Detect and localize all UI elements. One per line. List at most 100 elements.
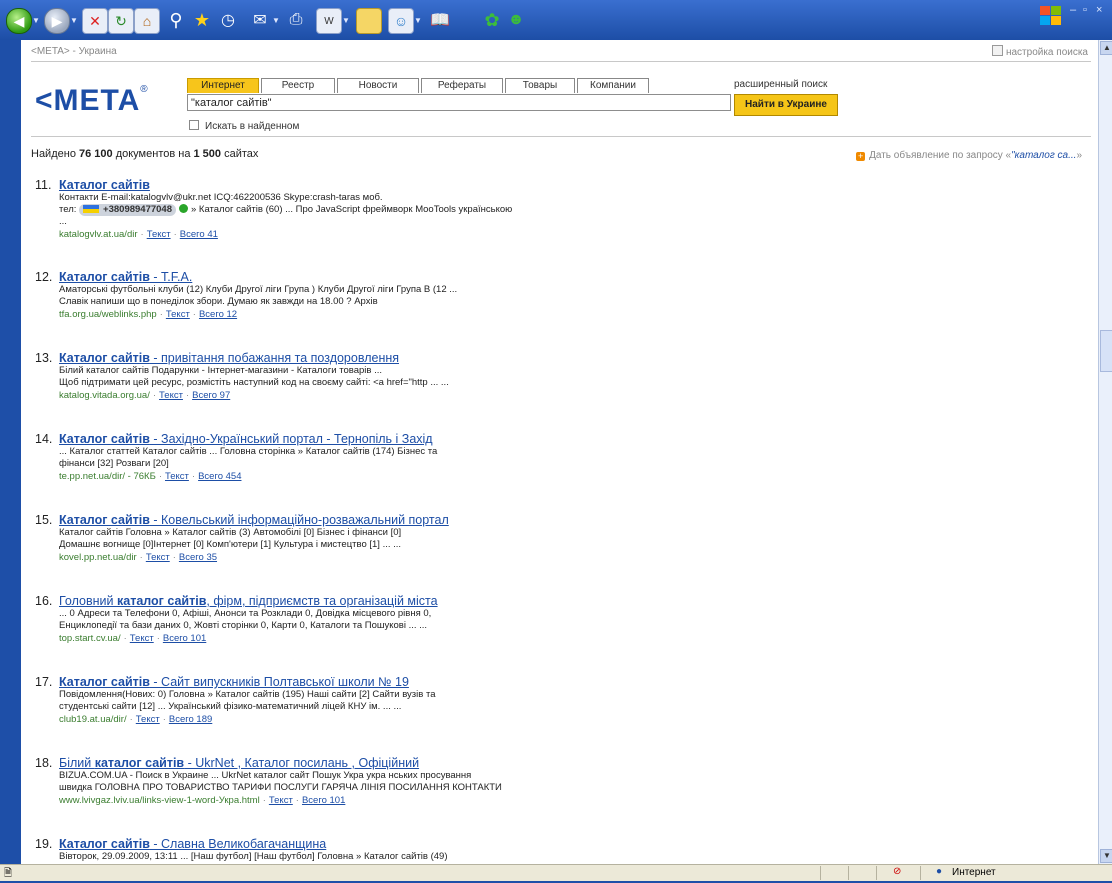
back-icon[interactable]: ◀: [6, 8, 32, 34]
advanced-search-link[interactable]: расширенный поиск: [734, 79, 827, 90]
found-suffix: сайтах: [221, 148, 259, 160]
advertise-link[interactable]: + Дать объявление по запросу «"каталог са…: [856, 150, 1082, 161]
search-settings-label: настройка поиска: [1005, 47, 1088, 58]
search-input[interactable]: [187, 94, 731, 111]
mail-icon[interactable]: ✉: [248, 8, 272, 32]
result-snippet: Славік напиши що в понеділок збори. Дума…: [59, 296, 378, 307]
result-all-link[interactable]: Всего 12: [199, 309, 237, 320]
history-icon[interactable]: ◷: [216, 8, 240, 32]
result-all-link[interactable]: Всего 41: [180, 229, 218, 240]
result-title-link[interactable]: Каталог сайтів - Західно-Український пор…: [59, 432, 433, 446]
result-text-link[interactable]: Текст: [166, 309, 190, 320]
result-title-link[interactable]: Головний каталог сайтів, фірм, підприємс…: [59, 594, 438, 608]
close-icon[interactable]: ×: [1096, 4, 1102, 16]
forward-icon[interactable]: ▶: [44, 8, 70, 34]
meta-logo[interactable]: <META®: [35, 84, 149, 118]
result-text-link[interactable]: Текст: [146, 552, 170, 563]
tab-registry[interactable]: Реестр: [261, 78, 335, 93]
edit-icon[interactable]: W: [316, 8, 342, 34]
result-url: tfa.org.ua/weblinks.php: [59, 309, 157, 320]
result-title-link[interactable]: Каталог сайтів - Ковельський інформаційн…: [59, 513, 449, 527]
stop-icon[interactable]: ✕: [82, 8, 108, 34]
result-text-link[interactable]: Текст: [159, 390, 183, 401]
result-snippet: Вівторок, 29.09.2009, 13:11 ... [Наш фут…: [59, 851, 448, 862]
result-all-link[interactable]: Всего 454: [198, 471, 241, 482]
result-url-line: tfa.org.ua/weblinks.php · Текст · Всего 12: [59, 309, 238, 320]
mail-dropdown-icon[interactable]: ▼: [272, 16, 280, 25]
result-snippet: Білий каталог сайтів Подарунки - Інтерне…: [59, 365, 383, 376]
result-text-link[interactable]: Текст: [147, 229, 171, 240]
plus-icon: +: [856, 151, 866, 161]
flowers-icon[interactable]: ✿: [480, 8, 504, 32]
result-title-link[interactable]: Каталог сайтів - Славна Великобагачанщин…: [59, 837, 326, 851]
popup-blocked-icon[interactable]: ⊘: [893, 866, 901, 877]
ukraine-flag-icon: [83, 205, 100, 213]
scroll-thumb[interactable]: [1100, 330, 1112, 372]
result-title-link[interactable]: Каталог сайтів - привітання побажання та…: [59, 351, 399, 365]
result-snippet: фінанси [32] Розваги [20]: [59, 458, 169, 469]
result-url-line: kovel.pp.net.ua/dir · Текст · Всего 35: [59, 552, 218, 563]
tab-news[interactable]: Новости: [337, 78, 419, 93]
result-title-link[interactable]: Білий каталог сайтів - UkrNet , Каталог …: [59, 756, 419, 770]
messenger-dropdown-icon[interactable]: ▼: [414, 16, 422, 25]
divider: [31, 136, 1091, 137]
folder-icon[interactable]: [356, 8, 382, 34]
result-all-link[interactable]: Всего 101: [163, 633, 206, 644]
internet-zone-icon: ●: [936, 866, 943, 877]
skype-icon[interactable]: [179, 204, 188, 213]
result-number: 18.: [35, 756, 53, 770]
vertical-scrollbar[interactable]: ▲ ▼: [1098, 40, 1112, 864]
result-text-link[interactable]: Текст: [136, 714, 160, 725]
edit-dropdown-icon[interactable]: ▼: [342, 16, 350, 25]
search-settings-link[interactable]: настройка поиска: [991, 45, 1088, 58]
result-number: 16.: [35, 594, 53, 608]
scroll-down-icon[interactable]: ▼: [1100, 849, 1112, 863]
result-item: 11. Каталог сайтів Контакти E-mail:katalo…: [35, 178, 1075, 241]
tab-goods[interactable]: Товары: [505, 78, 575, 93]
result-title-bold: Каталог сайтів: [59, 432, 150, 446]
result-title-link[interactable]: Каталог сайтів - T.F.A.: [59, 270, 192, 284]
people-icon[interactable]: ☻: [504, 8, 528, 32]
result-title-rest: - Ковельський інформаційно-розважальний …: [149, 513, 449, 527]
checkbox-box[interactable]: [189, 120, 199, 130]
search-button[interactable]: Найти в Украине: [734, 94, 838, 116]
result-item: 18. Білий каталог сайтів - UkrNet , Катал…: [35, 756, 1075, 807]
result-snippet: Енциклопедії та бази даних 0, Жовті стор…: [59, 620, 428, 631]
search-icon[interactable]: ⚲: [164, 8, 188, 32]
maximize-icon[interactable]: ▫: [1083, 4, 1087, 16]
found-prefix: Найдено: [31, 148, 79, 160]
refresh-icon[interactable]: ↻: [108, 8, 134, 34]
minimize-icon[interactable]: –: [1070, 4, 1076, 16]
favorites-icon[interactable]: ★: [190, 8, 214, 32]
forward-dropdown-icon[interactable]: ▼: [70, 16, 78, 25]
result-title-rest: - T.F.A.: [149, 270, 193, 284]
result-all-link[interactable]: Всего 189: [169, 714, 212, 725]
result-title-bold: Каталог сайтів: [59, 351, 150, 365]
research-icon[interactable]: 📖: [428, 8, 452, 32]
result-title-link[interactable]: Каталог сайтів - Сайт випускників Полтав…: [59, 675, 409, 689]
search-in-found-checkbox[interactable]: Искать в найденном: [189, 120, 299, 132]
tab-internet[interactable]: Интернет: [187, 78, 259, 93]
result-title-rest: - Славна Великобагачанщина: [149, 837, 327, 851]
messenger-icon[interactable]: ☺: [388, 8, 414, 34]
phone-badge[interactable]: +380989477048: [79, 204, 176, 216]
print-icon[interactable]: ⎙: [284, 8, 308, 32]
result-text-link[interactable]: Текст: [269, 795, 293, 806]
result-title-link[interactable]: Каталог сайтів: [59, 178, 150, 192]
result-snippet-rest: » Каталог сайтів (60) ... Про JavaScript…: [191, 204, 513, 215]
result-all-link[interactable]: Всего 101: [302, 795, 345, 806]
result-all-link[interactable]: Всего 97: [192, 390, 230, 401]
tab-essays[interactable]: Рефераты: [421, 78, 503, 93]
result-size: - 76КБ: [125, 471, 156, 482]
result-number: 11.: [35, 178, 52, 192]
back-dropdown-icon[interactable]: ▼: [32, 16, 40, 25]
result-text-link[interactable]: Текст: [165, 471, 189, 482]
divider: [31, 61, 1091, 62]
tab-companies[interactable]: Компании: [577, 78, 649, 93]
result-snippet: Аматорські футбольні клуби (12) Клуби Др…: [59, 284, 458, 295]
home-icon[interactable]: ⌂: [134, 8, 160, 34]
result-title-bold: Каталог сайтів: [59, 837, 150, 851]
scroll-up-icon[interactable]: ▲: [1100, 41, 1112, 55]
result-text-link[interactable]: Текст: [130, 633, 154, 644]
result-all-link[interactable]: Всего 35: [179, 552, 217, 563]
